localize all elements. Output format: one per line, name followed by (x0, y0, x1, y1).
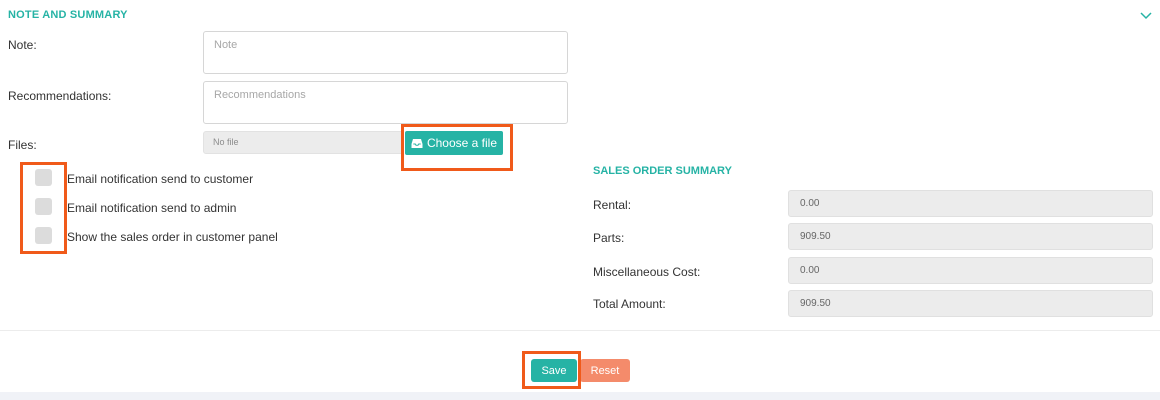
chevron-down-icon[interactable] (1139, 9, 1153, 23)
reset-button[interactable]: Reset (580, 359, 630, 382)
note-field[interactable] (203, 31, 568, 74)
rental-value: 0.00 (788, 190, 1153, 217)
checkbox-email-customer[interactable] (35, 169, 52, 186)
inbox-tray-icon (411, 138, 423, 148)
checkbox-email-admin[interactable] (35, 198, 52, 215)
total-amount-value: 909.50 (788, 290, 1153, 317)
rental-label: Rental: (593, 198, 632, 212)
file-name-display: No file (203, 131, 403, 154)
file-status-text: No file (213, 137, 239, 147)
recommendations-field[interactable] (203, 81, 568, 124)
choose-file-label: Choose a file (426, 136, 498, 150)
footer-strip (0, 392, 1160, 400)
section-title: NOTE AND SUMMARY (8, 9, 128, 21)
note-label: Note: (8, 38, 37, 52)
save-button[interactable]: Save (531, 359, 577, 382)
checkbox-show-customer-panel[interactable] (35, 227, 52, 244)
sales-order-summary-title: SALES ORDER SUMMARY (593, 165, 732, 177)
total-amount-label: Total Amount: (593, 297, 666, 311)
choose-file-button[interactable]: Choose a file (405, 131, 503, 155)
recommendations-label: Recommendations: (8, 89, 112, 103)
misc-cost-value: 0.00 (788, 257, 1153, 284)
checkbox-email-admin-label[interactable]: Email notification send to admin (67, 201, 236, 215)
files-label: Files: (8, 138, 37, 152)
divider (0, 330, 1160, 331)
parts-value: 909.50 (788, 223, 1153, 250)
checkbox-show-customer-panel-label[interactable]: Show the sales order in customer panel (67, 230, 278, 244)
parts-label: Parts: (593, 231, 625, 245)
misc-cost-label: Miscellaneous Cost: (593, 265, 701, 279)
checkbox-email-customer-label[interactable]: Email notification send to customer (67, 172, 253, 186)
